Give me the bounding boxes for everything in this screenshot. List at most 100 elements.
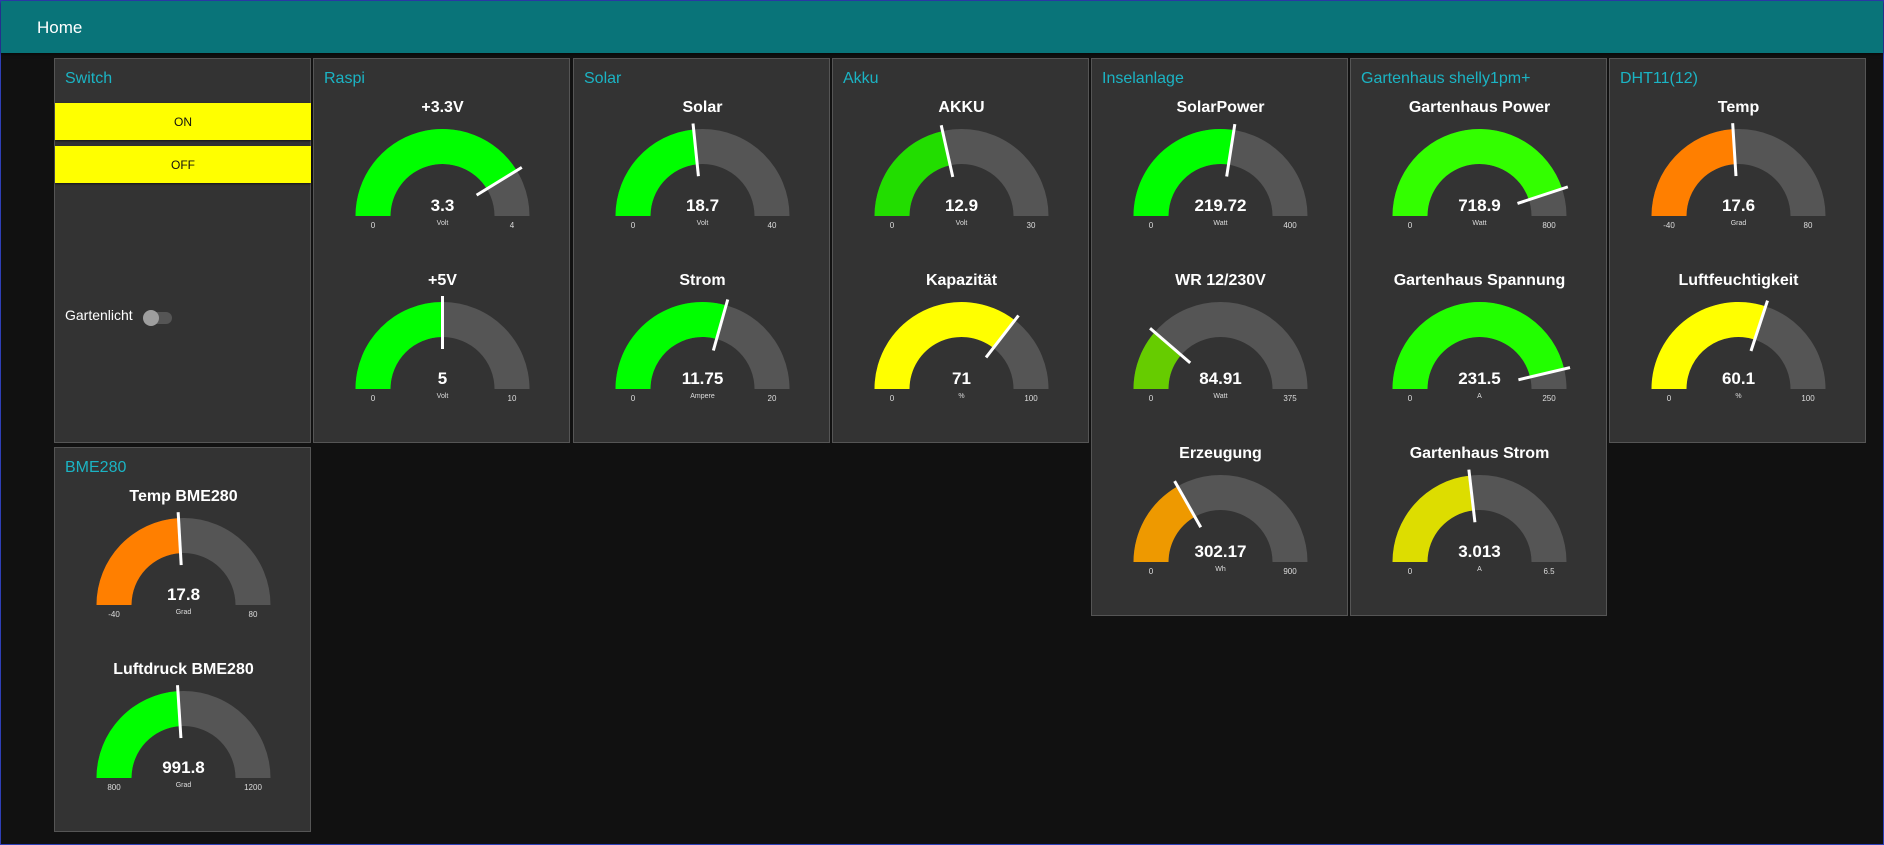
gauge-max-label: 400 — [1283, 221, 1297, 230]
group-title-akku: Akku — [843, 70, 879, 87]
gauge-dial — [874, 302, 1049, 389]
gartenlicht-toggle[interactable] — [143, 310, 172, 326]
group-bme280: BME280 Temp BME280 17.8 Grad -40 80 Luftdruck… — [54, 447, 311, 832]
gauge-value: 219.72 — [1194, 196, 1247, 215]
gauge-dial — [96, 685, 271, 778]
gauge-min-label: 0 — [630, 394, 636, 403]
gauge-dial — [615, 123, 790, 216]
toggle-knob — [143, 310, 159, 326]
gauge-dial — [874, 124, 1049, 216]
gauge-min-label: 800 — [107, 783, 121, 792]
gauge-dial — [1392, 128, 1569, 216]
gauge-dial — [615, 299, 790, 389]
group-title-bme280: BME280 — [65, 459, 127, 476]
gauge-min-label: 0 — [370, 221, 376, 230]
gauge-max-label: 1200 — [244, 783, 262, 792]
gauge: Strom 11.75 Ampere 0 20 — [574, 272, 831, 442]
gauge-value: 5 — [437, 369, 448, 388]
gauge-dial — [1133, 475, 1308, 562]
group-akku: Akku AKKU 12.9 Volt 0 30 Kapazität 71% 0 100 — [832, 58, 1089, 443]
gauge: Solar 18.7 Volt 0 40 — [574, 99, 831, 269]
gauge-dial — [96, 512, 271, 605]
off-button[interactable]: OFF — [55, 146, 311, 183]
top-app-bar: Home — [1, 1, 1883, 53]
gauge-max-label: 250 — [1542, 394, 1556, 403]
gauge-value: 991.8 — [162, 758, 205, 777]
gauge-value: 302.17 — [1194, 542, 1247, 561]
gauge-max-label: 900 — [1283, 567, 1297, 576]
gauge: Gartenhaus Power 718.9 Watt 0 800 — [1351, 99, 1608, 269]
gauge-min-label: 0 — [1407, 567, 1413, 576]
gauge: +5V 5 Volt 0 10 — [314, 272, 571, 442]
gauge-max-label: 20 — [767, 394, 777, 403]
group-title-solar: Solar — [584, 70, 622, 87]
gauge-max-label: 4 — [509, 221, 515, 230]
gauge-value: 3.013 — [1458, 542, 1501, 561]
gauge-value: 231.5 — [1458, 369, 1501, 388]
gauge-min-label: 0 — [889, 394, 895, 403]
gauge-max-label: 100 — [1024, 394, 1038, 403]
gauge-min-label: 0 — [889, 221, 895, 230]
gauge-min-label: 0 — [1148, 394, 1154, 403]
gauge-max-label: 80 — [248, 610, 258, 619]
gauge: WR 12/230V 84.91 Watt 0 375 — [1092, 272, 1349, 442]
on-button[interactable]: ON — [55, 103, 311, 140]
gauge-min-label: 0 — [1407, 394, 1413, 403]
gauge-value: 17.8 — [166, 585, 201, 604]
gauge-value: 60.1 — [1721, 369, 1756, 388]
gauge-value: 3.3 — [430, 196, 455, 215]
gauge: AKKU 12.9 Volt 0 30 — [833, 99, 1090, 269]
group-title-gartenhaus: Gartenhaus shelly1pm+ — [1361, 70, 1531, 87]
group-raspi: Raspi +3.3V 3.3 Volt 0 4 +5V 5 Volt 0 10 — [313, 58, 570, 443]
gauge-max-label: 375 — [1283, 394, 1297, 403]
gauge-max-label: 40 — [767, 221, 777, 230]
gauge: Gartenhaus Strom 3.013 A 0 6.5 — [1351, 445, 1608, 615]
gauge: SolarPower 219.72 Watt 0 400 — [1092, 99, 1349, 269]
gauge-value: 12.9 — [944, 196, 979, 215]
gauge: Gartenhaus Spannung 231.5 A 0 250 — [1351, 272, 1608, 442]
gauge-dial — [1392, 301, 1571, 389]
gauge: +3.3V 3.3 Volt 0 4 — [314, 99, 571, 269]
gauge-dial — [1133, 123, 1308, 216]
gauge: Kapazität 71% 0 100 — [833, 272, 1090, 442]
gauge-max-label: 30 — [1026, 221, 1036, 230]
gauge: Temp 17.6 Grad -40 80 — [1610, 99, 1867, 269]
group-inselanlage: Inselanlage SolarPower 219.72 Watt 0 400 WR 1… — [1091, 58, 1348, 616]
gauge-value: 11.75 — [681, 369, 724, 388]
gauge-min-label: 0 — [370, 394, 376, 403]
gauge-min-label: 0 — [1148, 567, 1154, 576]
gauge: Temp BME280 17.8 Grad -40 80 — [55, 488, 312, 658]
page-title: Home — [37, 18, 83, 37]
gauge-dial — [1392, 469, 1567, 562]
gauge-dial — [1651, 123, 1826, 216]
gauge-min-label: -40 — [1663, 221, 1675, 230]
gauge: Luftdruck BME280 991.8 Grad 800 1200 — [55, 661, 312, 831]
gauge-value: 17.6 — [1721, 196, 1756, 215]
group-dht11: DHT11(12) Temp 17.6 Grad -40 80 Luftfeuchtigk… — [1609, 58, 1866, 443]
gauge-max-label: 10 — [507, 394, 517, 403]
gauge-min-label: 0 — [1148, 221, 1154, 230]
gauge-max-label: 100 — [1801, 394, 1815, 403]
group-switch: Switch ON OFF Gartenlicht — [54, 58, 311, 443]
group-title-dht11: DHT11(12) — [1620, 70, 1698, 87]
group-title-raspi: Raspi — [324, 70, 365, 87]
gauge-dial — [355, 296, 530, 389]
gauge-max-label: 80 — [1803, 221, 1813, 230]
group-title-switch: Switch — [65, 70, 113, 87]
gauge: Erzeugung 302.17 Wh 0 900 — [1092, 445, 1349, 615]
gauge-dial — [1133, 302, 1308, 389]
gauge-min-label: 0 — [1666, 394, 1672, 403]
group-solar: Solar Solar 18.7 Volt 0 40 Strom 11.75 Ampere 0 2… — [573, 58, 830, 443]
gauge-value: 71 — [952, 369, 971, 388]
gartenlicht-label: Gartenlicht — [65, 307, 133, 323]
gauge-min-label: 0 — [630, 221, 636, 230]
gauge-max-label: 800 — [1542, 221, 1556, 230]
gauge-dial — [1651, 300, 1826, 389]
gauge: Luftfeuchtigkeit 60.1% 0 100 — [1610, 272, 1867, 442]
gauge-min-label: 0 — [1407, 221, 1413, 230]
gauge-value: 18.7 — [685, 196, 720, 215]
gauge-value: 84.91 — [1199, 369, 1242, 388]
gauge-dial — [355, 129, 530, 216]
group-gartenhaus: Gartenhaus shelly1pm+ Gartenhaus Power 71… — [1350, 58, 1607, 616]
gauge-max-label: 6.5 — [1543, 567, 1555, 576]
